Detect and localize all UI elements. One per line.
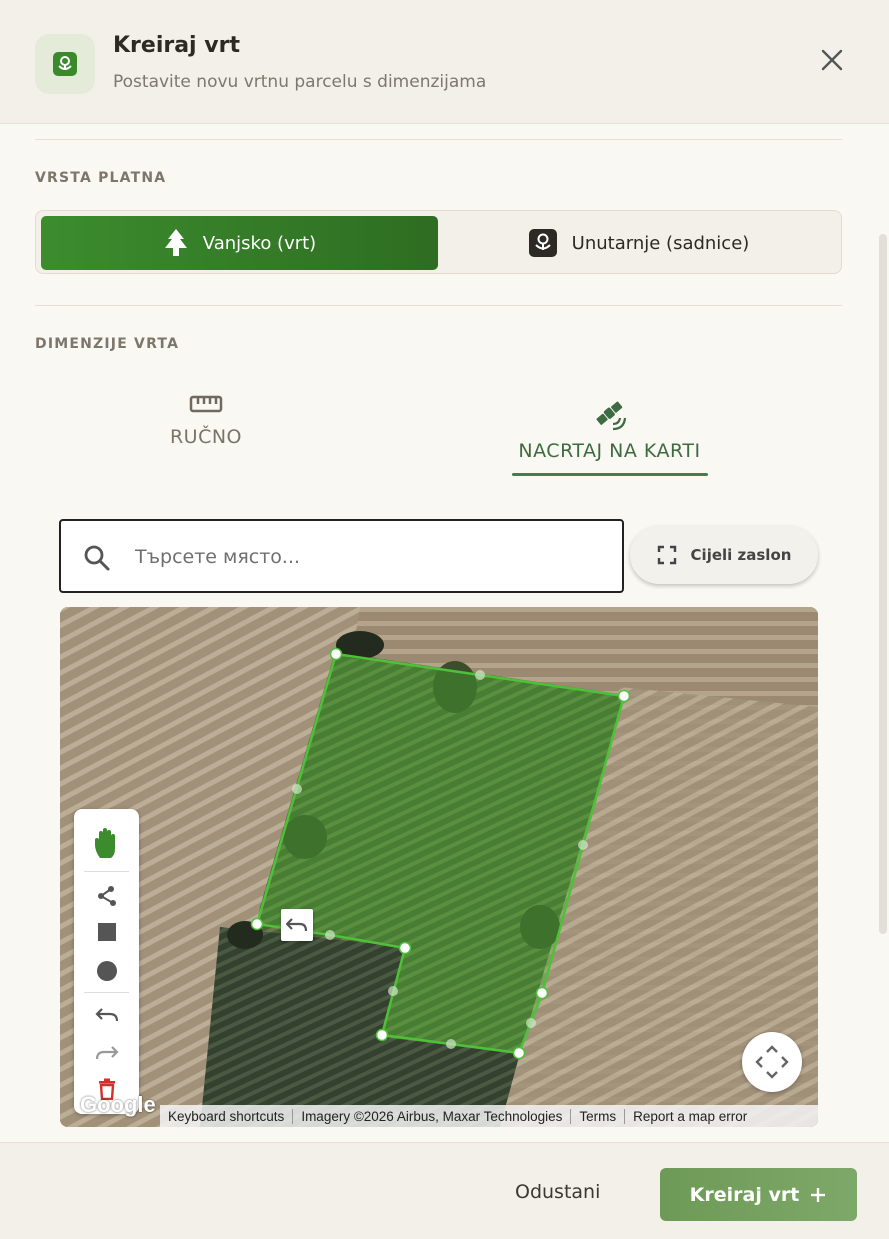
cancel-button[interactable]: Odustani xyxy=(515,1181,600,1203)
close-button[interactable] xyxy=(812,40,852,80)
undo-icon xyxy=(286,918,308,932)
redo-icon xyxy=(95,1046,119,1060)
undo-icon xyxy=(94,1008,118,1022)
seedling-badge-icon xyxy=(35,34,95,94)
tab-active-indicator xyxy=(512,473,708,476)
fullscreen-button[interactable]: Cijeli zaslon xyxy=(630,526,818,584)
redo-button[interactable] xyxy=(74,1039,139,1067)
tab-manual-label: RUČNO xyxy=(169,426,243,448)
rectangle-tool-button[interactable] xyxy=(74,917,139,947)
canvas-option-indoor-label: Unutarnje (sadnice) xyxy=(571,232,750,254)
keyboard-shortcuts-link[interactable]: Keyboard shortcuts xyxy=(160,1108,294,1124)
undo-vertex-button[interactable] xyxy=(281,909,313,941)
toolbar-divider xyxy=(84,871,129,872)
recenter-icon xyxy=(755,1045,789,1079)
circle-tool-button[interactable] xyxy=(74,956,139,986)
dialog-footer: Odustani Kreiraj vrt xyxy=(0,1142,889,1239)
tree-icon xyxy=(164,229,187,256)
toolbar-divider xyxy=(84,992,129,993)
dialog-header: Kreiraj vrt Postavite novu vrtnu parcelu… xyxy=(0,0,889,124)
rectangle-icon xyxy=(97,923,116,941)
circle-icon xyxy=(96,961,117,981)
scrollbar[interactable] xyxy=(879,234,887,934)
close-icon xyxy=(821,49,843,71)
pan-tool-button[interactable] xyxy=(74,821,139,867)
fullscreen-label: Cijeli zaslon xyxy=(690,546,792,564)
hand-icon xyxy=(94,828,115,858)
dialog-title: Kreiraj vrt xyxy=(113,33,240,58)
recenter-button[interactable] xyxy=(742,1032,802,1092)
dimensions-label: DIMENZIJE VRTA xyxy=(35,336,180,352)
create-garden-label: Kreiraj vrt xyxy=(689,1183,800,1206)
search-input[interactable] xyxy=(135,539,605,575)
tab-draw-on-map[interactable]: NACRTAJ NA KARTI xyxy=(507,396,712,480)
map-attribution: Keyboard shortcuts Imagery ©2026 Airbus,… xyxy=(160,1105,818,1127)
place-search xyxy=(59,519,624,593)
divider xyxy=(35,139,842,140)
imagery-credit: Imagery ©2026 Airbus, Maxar Technologies xyxy=(293,1108,572,1124)
undo-button[interactable] xyxy=(74,1001,139,1029)
polyline-icon xyxy=(97,886,116,906)
search-icon xyxy=(84,545,110,571)
satellite-map[interactable]: Google Keyboard shortcuts Imagery ©2026 … xyxy=(60,607,818,1127)
canvas-option-outdoor[interactable]: Vanjsko (vrt) xyxy=(41,216,438,270)
satellite-icon xyxy=(595,401,626,431)
terms-link[interactable]: Terms xyxy=(571,1108,626,1124)
canvas-option-indoor[interactable]: Unutarnje (sadnice) xyxy=(440,216,837,270)
tab-draw-on-map-label: NACRTAJ NA KARTI xyxy=(518,440,701,462)
seedling-badge-icon xyxy=(528,229,557,257)
plus-icon xyxy=(811,1187,826,1202)
dialog-body: VRSTA PLATNA Vanjsko (vrt) Unutarnje (sa… xyxy=(0,124,889,1142)
drawing-toolbar xyxy=(74,809,139,1114)
dialog-subtitle: Postavite novu vrtnu parcelu s dimenzija… xyxy=(113,72,487,92)
divider xyxy=(35,305,842,306)
google-logo: Google xyxy=(80,1092,156,1117)
report-map-error-link[interactable]: Report a map error xyxy=(625,1109,755,1124)
canvas-type-toggle: Vanjsko (vrt) Unutarnje (sadnice) xyxy=(35,210,842,274)
ruler-icon xyxy=(189,395,223,413)
canvas-option-outdoor-label: Vanjsko (vrt) xyxy=(202,232,317,254)
polyline-tool-button[interactable] xyxy=(74,881,139,911)
tab-manual[interactable]: RUČNO xyxy=(130,394,282,478)
map-imagery xyxy=(60,607,818,1127)
create-garden-button[interactable]: Kreiraj vrt xyxy=(660,1168,857,1221)
fullscreen-icon xyxy=(657,545,676,565)
canvas-type-label: VRSTA PLATNA xyxy=(35,170,167,186)
